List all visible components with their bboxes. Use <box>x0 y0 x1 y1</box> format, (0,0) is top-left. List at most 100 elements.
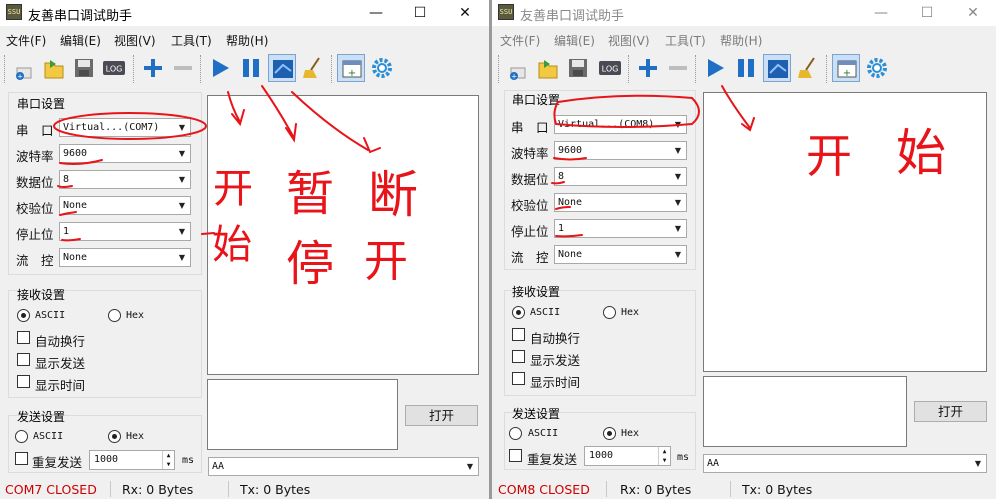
disconnect-button[interactable] <box>268 54 296 82</box>
send-textarea[interactable] <box>703 376 907 447</box>
minimize-button[interactable]: — <box>353 0 399 26</box>
start-button[interactable] <box>701 54 729 82</box>
new-button[interactable]: + <box>504 54 532 82</box>
save-button[interactable] <box>564 54 592 82</box>
menu-tools[interactable]: 工具(T) <box>171 32 212 49</box>
send-hex-radio[interactable] <box>603 427 616 440</box>
show-time-checkbox[interactable] <box>512 372 525 385</box>
save-button[interactable] <box>70 54 98 82</box>
pause-button[interactable] <box>237 54 265 82</box>
send-history-value: AA <box>707 458 720 469</box>
port-select[interactable]: Virtual...(COM8) ▼ <box>554 115 687 134</box>
port-status: COM8 CLOSED <box>498 482 590 497</box>
auto-newline-checkbox[interactable] <box>512 328 525 341</box>
flow-select[interactable]: None ▼ <box>554 245 687 264</box>
disconnect-button[interactable] <box>763 54 791 82</box>
menu-view[interactable]: 视图(V) <box>608 32 650 49</box>
repeat-interval-spinbox[interactable]: 1000 ▲ ▼ <box>584 446 671 466</box>
parity-select[interactable]: None ▼ <box>554 193 687 212</box>
show-send-checkbox[interactable] <box>17 353 30 366</box>
add-button[interactable] <box>634 54 662 82</box>
add-button[interactable] <box>139 54 167 82</box>
close-icon: ✕ <box>459 5 471 21</box>
spin-arrows-icon[interactable]: ▲ ▼ <box>658 447 670 465</box>
send-settings-label: 发送设置 <box>17 410 66 424</box>
repeat-interval-spinbox[interactable]: 1000 ▲ ▼ <box>89 450 175 470</box>
send-hex-radio[interactable] <box>108 430 121 443</box>
menu-tools[interactable]: 工具(T) <box>665 32 706 49</box>
menu-help[interactable]: 帮助(H) <box>720 32 762 49</box>
receive-textarea[interactable] <box>207 95 479 375</box>
receive-hex-label: Hex <box>126 310 145 321</box>
menu-edit[interactable]: 编辑(E) <box>60 32 101 49</box>
send-ascii-label: ASCII <box>33 431 64 442</box>
pause-button[interactable] <box>732 54 760 82</box>
receive-ascii-radio[interactable] <box>17 309 30 322</box>
open-port-button[interactable]: 打开 <box>405 405 478 426</box>
menu-edit[interactable]: 编辑(E) <box>554 32 595 49</box>
stopbits-select[interactable]: 1 ▼ <box>554 219 687 238</box>
menu-file[interactable]: 文件(F) <box>6 32 46 49</box>
log-button[interactable]: LOG <box>596 54 624 82</box>
title-bar: SSU 友善串口调试助手 — ☐ ✕ <box>0 0 489 26</box>
new-button[interactable]: + <box>10 54 38 82</box>
remove-button[interactable] <box>169 54 197 82</box>
rx-counter: Rx: 0 Bytes <box>122 482 194 497</box>
close-button[interactable]: ✕ <box>950 0 996 26</box>
settings-button[interactable] <box>368 54 396 82</box>
show-time-label: 显示时间 <box>530 375 581 390</box>
baud-select[interactable]: 9600 ▼ <box>554 141 687 160</box>
chevron-down-icon: ▼ <box>466 462 474 471</box>
spin-arrows-icon[interactable]: ▲ ▼ <box>162 451 174 469</box>
receive-ascii-radio[interactable] <box>512 306 525 319</box>
send-history-select[interactable]: AA ▼ <box>703 454 987 473</box>
chevron-down-icon: ▼ <box>178 253 186 262</box>
remove-button[interactable] <box>664 54 692 82</box>
open-button[interactable] <box>534 54 562 82</box>
receive-hex-radio[interactable] <box>108 309 121 322</box>
open-port-button[interactable]: 打开 <box>914 401 987 422</box>
repeat-interval-value: 1000 <box>589 450 614 461</box>
databits-select[interactable]: 8 ▼ <box>554 167 687 186</box>
menu-view[interactable]: 视图(V) <box>114 32 156 49</box>
send-history-select[interactable]: AA ▼ <box>208 457 479 476</box>
show-send-checkbox[interactable] <box>512 350 525 363</box>
add-icon <box>639 59 657 77</box>
clear-button[interactable] <box>299 54 327 82</box>
baud-select[interactable]: 9600 ▼ <box>59 144 191 163</box>
receive-hex-radio[interactable] <box>603 306 616 319</box>
layout-button[interactable]: + <box>337 54 365 82</box>
parity-select[interactable]: None ▼ <box>59 196 191 215</box>
send-ascii-radio[interactable] <box>509 427 522 440</box>
settings-button[interactable] <box>863 54 891 82</box>
send-hex-label: Hex <box>126 431 145 442</box>
start-button[interactable] <box>206 54 234 82</box>
open-button[interactable] <box>40 54 68 82</box>
port-select[interactable]: Virtual...(COM7) ▼ <box>59 118 191 137</box>
send-ascii-radio[interactable] <box>15 430 28 443</box>
close-button[interactable]: ✕ <box>442 0 488 26</box>
maximize-button[interactable]: ☐ <box>904 0 950 26</box>
status-divider <box>606 481 607 497</box>
auto-newline-checkbox[interactable] <box>17 331 30 344</box>
flow-select[interactable]: None ▼ <box>59 248 191 267</box>
serial-settings-label: 串口设置 <box>512 93 561 107</box>
send-textarea[interactable] <box>207 379 398 450</box>
menu-help[interactable]: 帮助(H) <box>226 32 268 49</box>
stopbits-select[interactable]: 1 ▼ <box>59 222 191 241</box>
show-time-checkbox[interactable] <box>17 375 30 388</box>
log-button[interactable]: LOG <box>100 54 128 82</box>
flow-label: 流 控 <box>16 253 54 268</box>
interval-unit: ms <box>677 452 690 463</box>
repeat-send-checkbox[interactable] <box>509 449 522 462</box>
clear-button[interactable] <box>794 54 822 82</box>
menu-file[interactable]: 文件(F) <box>500 32 540 49</box>
databits-select[interactable]: 8 ▼ <box>59 170 191 189</box>
receive-textarea[interactable] <box>703 92 987 372</box>
maximize-button[interactable]: ☐ <box>397 0 443 26</box>
minimize-button[interactable]: — <box>858 0 904 26</box>
parity-value: None <box>558 197 583 208</box>
repeat-send-checkbox[interactable] <box>15 452 28 465</box>
app-icon: SSU <box>498 4 514 20</box>
layout-button[interactable]: + <box>832 54 860 82</box>
